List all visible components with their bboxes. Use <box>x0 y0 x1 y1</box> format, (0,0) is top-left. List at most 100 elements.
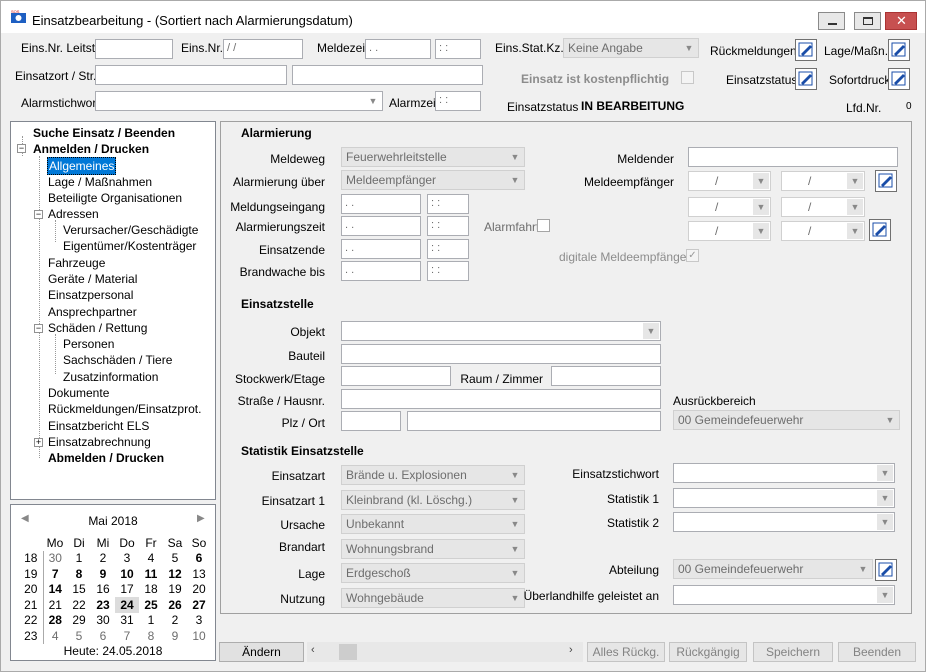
tree-item-beteiligte[interactable]: Beteiligte Organisationen <box>48 190 182 206</box>
calendar-day[interactable]: 5 <box>163 551 187 567</box>
calendar-day[interactable]: 31 <box>115 613 139 629</box>
calendar-day[interactable]: 7 <box>115 628 139 644</box>
calendar-day[interactable]: 17 <box>115 582 139 598</box>
collapse-icon[interactable]: − <box>17 144 26 153</box>
rueckgaengig-button[interactable]: Rückgängig <box>669 642 747 662</box>
tree-item-sachschaeden[interactable]: Sachschäden / Tiere <box>63 352 172 368</box>
plz-input[interactable] <box>341 411 401 431</box>
calendar-day[interactable]: 2 <box>91 551 115 567</box>
maximize-button[interactable] <box>854 12 881 30</box>
ort-input[interactable] <box>407 411 661 431</box>
scroll-left-icon[interactable]: ‹ <box>311 644 315 656</box>
calendar-day[interactable]: 9 <box>163 628 187 644</box>
calendar-day[interactable]: 3 <box>115 551 139 567</box>
calendar-day[interactable]: 12 <box>163 566 187 582</box>
calendar-day[interactable]: 10 <box>115 566 139 582</box>
calendar-day[interactable]: 3 <box>187 613 211 629</box>
calendar-day[interactable]: 18 <box>139 582 163 598</box>
abteilung-edit-button[interactable] <box>875 559 897 581</box>
horizontal-scrollbar[interactable]: ‹ › <box>307 642 583 662</box>
einsatzart1-select[interactable]: Kleinbrand (kl. Löschg.) ▼ <box>341 490 525 510</box>
tree-item-abrechnung[interactable]: Einsatzabrechnung <box>48 434 151 450</box>
calendar-day[interactable]: 8 <box>67 566 91 582</box>
meldeempfaenger-edit-button[interactable] <box>875 170 897 192</box>
einsatzende-date[interactable]: . . <box>341 239 421 259</box>
calendar-day[interactable]: 11 <box>139 566 163 582</box>
calendar-day[interactable]: 6 <box>91 628 115 644</box>
einsatzstichwort-select[interactable]: ▼ <box>673 463 895 483</box>
objekt-select[interactable]: ▼ <box>341 321 661 341</box>
einsatzort-input-2[interactable] <box>292 65 483 85</box>
alarmierungszeit-time[interactable]: : : <box>427 216 469 236</box>
nutzung-select[interactable]: Wohngebäude ▼ <box>341 588 525 608</box>
calendar-day[interactable]: 5 <box>67 628 91 644</box>
ursache-select[interactable]: Unbekannt ▼ <box>341 514 525 534</box>
statistik1-select[interactable]: ▼ <box>673 488 895 508</box>
tree-item-personal[interactable]: Einsatzpersonal <box>48 287 133 303</box>
statkz-select[interactable]: Keine Angabe ▼ <box>563 38 699 58</box>
meldeempfaenger-select-1[interactable]: / ▼ <box>688 171 771 191</box>
tree-item-dokumente[interactable]: Dokumente <box>48 385 109 401</box>
tree-item-eigentuemer[interactable]: Eigentümer/Kostenträger <box>63 238 196 254</box>
tree-item-lage[interactable]: Lage / Maßnahmen <box>48 174 152 190</box>
calendar-day[interactable]: 27 <box>187 597 211 613</box>
calendar-day[interactable]: 23 <box>91 597 115 613</box>
meldeempfaenger-select-5[interactable]: / ▼ <box>688 221 771 241</box>
scroll-right-icon[interactable]: › <box>569 644 573 656</box>
kosten-checkbox[interactable] <box>681 71 694 84</box>
beenden-button[interactable]: Beenden <box>838 642 916 662</box>
alarmstichwort-select[interactable]: ▼ <box>95 91 383 111</box>
calendar-day[interactable]: 2 <box>163 613 187 629</box>
collapse-icon[interactable]: − <box>34 324 43 333</box>
sofortdruck-button[interactable] <box>888 68 910 90</box>
meldezeit-date-input[interactable]: . . <box>365 39 431 59</box>
digitale-meldeempfaenger-checkbox[interactable]: ✓ <box>686 249 699 262</box>
calendar-today[interactable]: Heute: 24.05.2018 <box>11 644 215 658</box>
bauteil-input[interactable] <box>341 344 661 364</box>
einsnr-input[interactable]: / / <box>223 39 303 59</box>
tree-item-adressen[interactable]: Adressen <box>48 206 99 222</box>
calendar-day[interactable]: 28 <box>43 613 67 629</box>
calendar-day[interactable]: 1 <box>67 551 91 567</box>
rueckmeldungen-edit-button[interactable] <box>795 39 817 61</box>
strasse-input[interactable] <box>341 389 661 409</box>
brandwache-date[interactable]: . . <box>341 261 421 281</box>
minimize-button[interactable] <box>818 12 845 30</box>
tree-item-personen[interactable]: Personen <box>63 336 114 352</box>
calendar-day-today[interactable]: 24 <box>115 597 139 613</box>
next-month-icon[interactable]: ▶ <box>197 513 205 524</box>
tree-item-zusatzinformation[interactable]: Zusatzinformation <box>63 369 158 385</box>
calendar-day[interactable]: 26 <box>163 597 187 613</box>
meldungseingang-date[interactable]: . . <box>341 194 421 214</box>
alarmierungszeit-date[interactable]: . . <box>341 216 421 236</box>
tree-item-allgemeines[interactable]: Allgemeines <box>47 157 117 175</box>
calendar-day[interactable]: 1 <box>139 613 163 629</box>
meldeempfaenger-edit-button-2[interactable] <box>869 219 891 241</box>
calendar-day[interactable]: 21 <box>43 597 67 613</box>
calendar-day[interactable]: 16 <box>91 582 115 598</box>
statistik2-select[interactable]: ▼ <box>673 512 895 532</box>
einsatzort-input[interactable] <box>95 65 287 85</box>
calendar-day[interactable]: 30 <box>43 551 67 567</box>
tree-item-abmelden[interactable]: Abmelden / Drucken <box>48 450 164 466</box>
tree-item-ansprechpartner[interactable]: Ansprechpartner <box>48 304 137 320</box>
calendar-day[interactable]: 20 <box>187 582 211 598</box>
ueberlandhilfe-select[interactable]: ▼ <box>673 585 895 605</box>
calendar-month[interactable]: Mai 2018 <box>11 514 215 528</box>
einsatzstatus-edit-button[interactable] <box>795 68 817 90</box>
calendar-day[interactable]: 9 <box>91 566 115 582</box>
aendern-button[interactable]: Ändern <box>219 642 304 662</box>
meldeempfaenger-select-6[interactable]: / ▼ <box>781 221 865 241</box>
alles-rueckgaengig-button[interactable]: Alles Rückg. <box>587 642 665 662</box>
calendar-day[interactable]: 10 <box>187 628 211 644</box>
einsatzende-time[interactable]: : : <box>427 239 469 259</box>
tree-item-schaeden[interactable]: Schäden / Rettung <box>48 320 147 336</box>
meldungseingang-time[interactable]: : : <box>427 194 469 214</box>
tree-item-suche[interactable]: Suche Einsatz / Beenden <box>33 125 175 141</box>
alarmzeit-input[interactable]: : : <box>435 91 481 111</box>
calendar-day[interactable]: 19 <box>163 582 187 598</box>
calendar-day[interactable]: 13 <box>187 566 211 582</box>
raum-input[interactable] <box>551 366 661 386</box>
tree-item-geraete[interactable]: Geräte / Material <box>48 271 137 287</box>
meldeempfaenger-select-2[interactable]: / ▼ <box>781 171 865 191</box>
